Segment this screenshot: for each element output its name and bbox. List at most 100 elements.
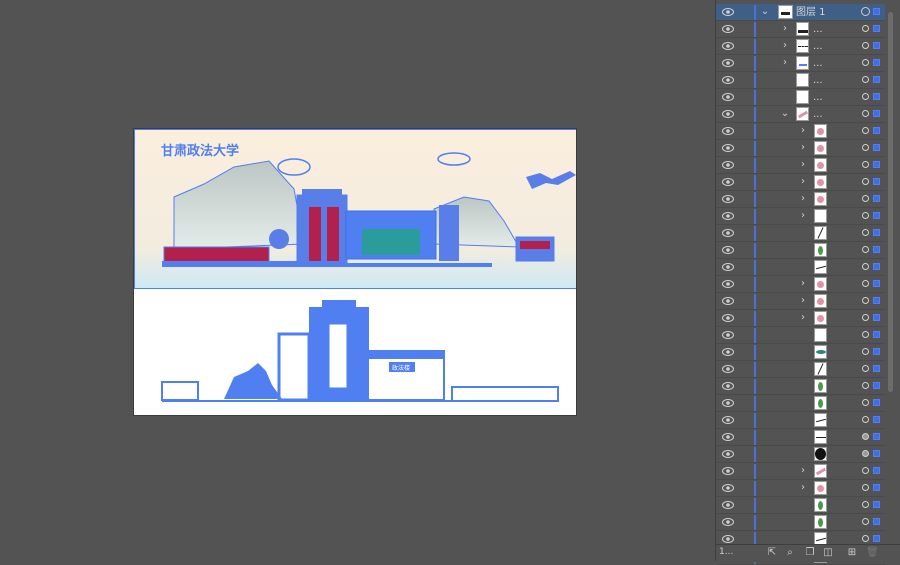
visibility-eye-icon[interactable]: [722, 194, 734, 204]
chevron-right-icon[interactable]: ›: [798, 176, 808, 188]
selection-indicator[interactable]: [873, 450, 880, 457]
target-circle-icon[interactable]: [862, 416, 869, 423]
target-circle-icon[interactable]: [862, 314, 869, 321]
layer-row[interactable]: ⌄...: [716, 106, 885, 123]
chevron-down-icon[interactable]: ⌄: [760, 6, 770, 18]
visibility-eye-icon[interactable]: [722, 432, 734, 442]
target-circle-icon[interactable]: [862, 297, 869, 304]
layer-row[interactable]: ...: [716, 72, 885, 89]
target-circle-icon[interactable]: [862, 229, 869, 236]
layer-row[interactable]: [716, 514, 885, 531]
selection-indicator[interactable]: [873, 263, 880, 270]
selection-indicator[interactable]: [873, 518, 880, 525]
selection-indicator[interactable]: [873, 229, 880, 236]
target-circle-icon[interactable]: [862, 263, 869, 270]
layer-name[interactable]: ...: [813, 57, 823, 70]
layer-row[interactable]: [716, 429, 885, 446]
layer-name[interactable]: ...: [813, 108, 823, 121]
visibility-eye-icon[interactable]: [722, 398, 734, 408]
selection-indicator[interactable]: [873, 178, 880, 185]
visibility-eye-icon[interactable]: [722, 330, 734, 340]
chevron-right-icon[interactable]: ›: [798, 312, 808, 324]
visibility-eye-icon[interactable]: [722, 449, 734, 459]
layer-row[interactable]: ›: [716, 140, 885, 157]
visibility-eye-icon[interactable]: [722, 296, 734, 306]
layer-row[interactable]: [716, 395, 885, 412]
chevron-right-icon[interactable]: ›: [798, 465, 808, 477]
target-circle-icon[interactable]: [862, 144, 869, 151]
target-circle-icon[interactable]: [862, 25, 869, 32]
layer-row[interactable]: [716, 225, 885, 242]
target-circle-icon[interactable]: [862, 246, 869, 253]
visibility-eye-icon[interactable]: [722, 143, 734, 153]
selection-indicator[interactable]: [873, 8, 880, 15]
canvas-area[interactable]: 甘肃政法大学 政法楼: [0, 0, 715, 561]
visibility-eye-icon[interactable]: [722, 126, 734, 136]
chevron-right-icon[interactable]: ›: [798, 159, 808, 171]
chevron-right-icon[interactable]: ›: [798, 482, 808, 494]
layer-name[interactable]: ...: [813, 23, 823, 36]
target-circle-icon[interactable]: [862, 518, 869, 525]
layer-row[interactable]: ›: [716, 293, 885, 310]
target-circle-icon[interactable]: [862, 161, 869, 168]
layer-row[interactable]: ›: [716, 123, 885, 140]
selection-indicator[interactable]: [873, 127, 880, 134]
selection-indicator[interactable]: [873, 144, 880, 151]
visibility-eye-icon[interactable]: [722, 381, 734, 391]
selection-indicator[interactable]: [873, 348, 880, 355]
new-layer-icon[interactable]: ⊞: [846, 547, 858, 559]
layer-row-top[interactable]: ⌄ 图层 1: [716, 4, 885, 21]
layer-row[interactable]: ›...: [716, 55, 885, 72]
visibility-eye-icon[interactable]: [722, 211, 734, 221]
layer-row[interactable]: ›: [716, 174, 885, 191]
selection-indicator[interactable]: [873, 501, 880, 508]
search-icon[interactable]: ⌕: [784, 547, 796, 559]
layer-name[interactable]: 图层 1: [796, 6, 826, 19]
scroll-thumb[interactable]: [888, 12, 893, 392]
layer-row[interactable]: ›: [716, 480, 885, 497]
selection-indicator[interactable]: [873, 212, 880, 219]
target-circle-icon[interactable]: [862, 399, 869, 406]
visibility-eye-icon[interactable]: [722, 75, 734, 85]
visibility-eye-icon[interactable]: [722, 347, 734, 357]
visibility-eye-icon[interactable]: [722, 517, 734, 527]
layer-row[interactable]: ›: [716, 310, 885, 327]
layers-scrollbar[interactable]: [886, 4, 896, 544]
layer-row[interactable]: [716, 361, 885, 378]
layer-row[interactable]: [716, 497, 885, 514]
chevron-right-icon[interactable]: ›: [798, 210, 808, 222]
visibility-eye-icon[interactable]: [722, 160, 734, 170]
selection-indicator[interactable]: [873, 59, 880, 66]
selection-indicator[interactable]: [873, 365, 880, 372]
target-circle-icon[interactable]: [862, 212, 869, 219]
visibility-eye-icon[interactable]: [722, 109, 734, 119]
layer-name[interactable]: ...: [813, 40, 823, 53]
layer-row[interactable]: [716, 259, 885, 276]
layer-row[interactable]: ›: [716, 463, 885, 480]
artboard[interactable]: 甘肃政法大学 政法楼: [133, 128, 577, 416]
visibility-eye-icon[interactable]: [722, 313, 734, 323]
target-circle-icon[interactable]: [862, 127, 869, 134]
selection-indicator[interactable]: [873, 195, 880, 202]
chevron-right-icon[interactable]: ›: [798, 193, 808, 205]
target-circle-icon[interactable]: [862, 535, 869, 542]
layer-row[interactable]: ›: [716, 276, 885, 293]
visibility-eye-icon[interactable]: [722, 466, 734, 476]
layer-row[interactable]: [716, 344, 885, 361]
chevron-right-icon[interactable]: ›: [798, 125, 808, 137]
selection-indicator[interactable]: [873, 297, 880, 304]
target-circle-icon[interactable]: [862, 365, 869, 372]
visibility-eye-icon[interactable]: [722, 364, 734, 374]
selection-indicator[interactable]: [873, 42, 880, 49]
layer-name[interactable]: ...: [813, 74, 823, 87]
layer-row[interactable]: ›: [716, 191, 885, 208]
selection-indicator[interactable]: [873, 484, 880, 491]
chevron-down-icon[interactable]: ⌄: [780, 108, 790, 120]
selection-indicator[interactable]: [873, 416, 880, 423]
target-circle-icon[interactable]: [862, 76, 869, 83]
target-circle-icon[interactable]: [862, 382, 869, 389]
target-circle-icon[interactable]: [862, 433, 869, 440]
layer-row[interactable]: ›: [716, 208, 885, 225]
layer-name[interactable]: ...: [813, 91, 823, 104]
chevron-right-icon[interactable]: ›: [798, 142, 808, 154]
